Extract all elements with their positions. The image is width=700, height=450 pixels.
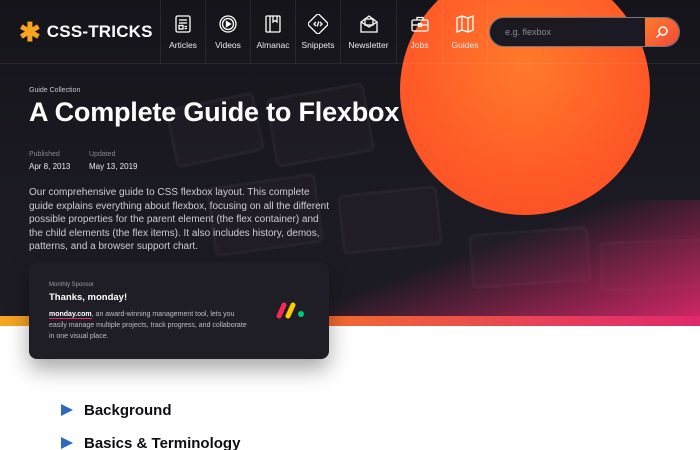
site-logo[interactable]: ✱ CSS-TRICKS bbox=[19, 17, 153, 47]
nav-item-snippets[interactable]: Snippets bbox=[295, 0, 340, 64]
articles-icon bbox=[173, 14, 193, 34]
sponsor-link[interactable]: monday.com bbox=[49, 311, 92, 319]
nav-label: Articles bbox=[169, 40, 197, 50]
toc-item-label: Basics & Terminology bbox=[84, 434, 241, 450]
article-description: Our comprehensive guide to CSS flexbox l… bbox=[29, 187, 330, 252]
nav-label: Snippets bbox=[301, 40, 335, 50]
videos-icon bbox=[218, 14, 238, 34]
nav-item-videos[interactable]: Videos bbox=[205, 0, 250, 64]
search-icon bbox=[655, 25, 669, 39]
search-input[interactable] bbox=[490, 18, 647, 46]
nav-item-articles[interactable]: Articles bbox=[160, 0, 205, 64]
published-label: Published bbox=[29, 151, 60, 158]
published-meta: Published Apr 8, 2013 bbox=[29, 151, 70, 171]
jobs-icon bbox=[410, 14, 430, 34]
updated-label: Updated bbox=[89, 151, 116, 158]
triangle-right-icon bbox=[61, 437, 73, 449]
sponsor-body: monday.com, an award-winning management … bbox=[49, 309, 249, 342]
sponsor-title: Thanks, monday! bbox=[49, 292, 128, 303]
hero-gradient-fade bbox=[320, 200, 700, 326]
updated-meta: Updated May 13, 2019 bbox=[89, 151, 137, 171]
nav-label: Guides bbox=[451, 40, 479, 50]
monday-logo-icon[interactable] bbox=[275, 300, 307, 320]
top-navigation: ✱ CSS-TRICKS Articles Videos Almanac Sni… bbox=[0, 0, 700, 64]
nav-label: Newsletter bbox=[348, 40, 389, 50]
published-date: Apr 8, 2013 bbox=[29, 162, 71, 171]
toc-item-basics[interactable]: Basics & Terminology bbox=[61, 433, 240, 450]
sponsor-card: Monthly Sponsor Thanks, monday! monday.c… bbox=[29, 262, 329, 359]
guides-icon bbox=[455, 14, 475, 34]
nav-label: Jobs bbox=[410, 40, 429, 50]
toc-item-label: Background bbox=[84, 401, 172, 419]
page-title: A Complete Guide to Flexbox bbox=[29, 97, 400, 127]
newsletter-icon bbox=[359, 14, 379, 34]
toc-item-background[interactable]: Background bbox=[61, 400, 240, 420]
nav-item-guides[interactable]: Guides bbox=[442, 0, 488, 64]
snippets-icon bbox=[308, 14, 328, 34]
nav-item-almanac[interactable]: Almanac bbox=[250, 0, 295, 64]
sponsor-label: Monthly Sponsor bbox=[49, 282, 95, 288]
search-button[interactable] bbox=[645, 18, 679, 46]
nav-label: Almanac bbox=[256, 40, 290, 50]
search-box bbox=[489, 17, 680, 47]
nav-item-newsletter[interactable]: Newsletter bbox=[340, 0, 396, 64]
table-of-contents: Background Basics & Terminology bbox=[61, 400, 240, 450]
nav-menu: Articles Videos Almanac Snippets Newslet… bbox=[160, 0, 488, 64]
guide-collection-label[interactable]: Guide Collection bbox=[29, 87, 80, 94]
almanac-icon bbox=[263, 14, 283, 34]
asterisk-logo-icon: ✱ bbox=[19, 17, 41, 47]
nav-label: Videos bbox=[215, 40, 241, 50]
updated-date: May 13, 2019 bbox=[89, 162, 138, 171]
logo-text: CSS-TRICKS bbox=[46, 22, 153, 41]
triangle-right-icon bbox=[61, 404, 73, 416]
nav-item-jobs[interactable]: Jobs bbox=[396, 0, 442, 64]
